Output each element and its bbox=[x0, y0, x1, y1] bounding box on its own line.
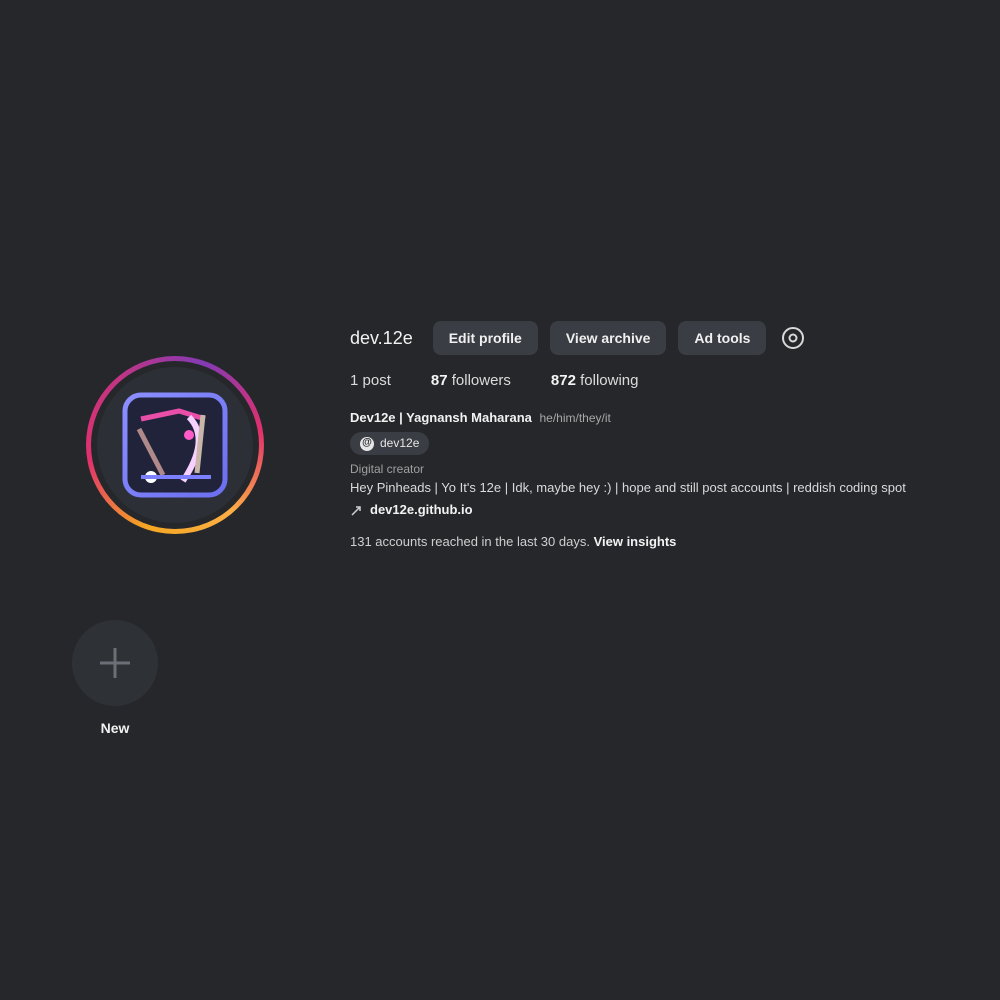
posts-count: 1 post bbox=[350, 372, 391, 389]
threads-handle: dev12e bbox=[380, 435, 420, 450]
insights-text: 131 accounts reached in the last 30 days… bbox=[350, 534, 590, 550]
edit-profile-button[interactable]: Edit profile bbox=[432, 321, 538, 355]
display-name: Dev12e | Yagnansh Maharana bbox=[350, 410, 532, 425]
new-highlight-button[interactable]: New bbox=[70, 620, 160, 736]
settings-gear-icon[interactable] bbox=[780, 325, 806, 351]
profile-bio: Dev12e | Yagnansh Maharana he/him/they/i… bbox=[350, 409, 980, 520]
profile-page: New dev.12e Edit profile View archive Ad… bbox=[0, 0, 1000, 1000]
bio-link-row: dev12e.github.io bbox=[350, 501, 980, 520]
profile-logo-icon bbox=[122, 392, 228, 498]
plus-icon bbox=[100, 648, 130, 678]
threads-icon: @ bbox=[360, 436, 374, 451]
followers-label: followers bbox=[451, 372, 511, 389]
followers-count: 87 bbox=[430, 372, 448, 389]
ad-tools-button[interactable]: Ad tools bbox=[678, 321, 767, 355]
following-count: 872 bbox=[550, 372, 576, 389]
profile-stats: 1 post 87 followers 872 following bbox=[350, 372, 980, 389]
threads-badge[interactable]: @ dev12e bbox=[350, 431, 430, 456]
followers-link[interactable]: 87 followers bbox=[431, 372, 511, 389]
profile-category: Digital creator bbox=[350, 462, 425, 477]
bio-text: Hey Pinheads | Yo It's 12e | Idk, maybe … bbox=[350, 479, 906, 495]
following-link[interactable]: 872 following bbox=[551, 372, 639, 389]
link-icon bbox=[351, 506, 361, 516]
view-insights-link[interactable]: View insights bbox=[594, 534, 677, 549]
new-highlight-label: New bbox=[100, 720, 130, 736]
bio-link[interactable]: dev12e.github.io bbox=[370, 501, 473, 520]
view-archive-button[interactable]: View archive bbox=[549, 321, 667, 355]
pronouns: he/him/they/it bbox=[539, 411, 611, 425]
profile-header: dev.12e Edit profile View archive Ad too… bbox=[350, 320, 980, 549]
profile-avatar[interactable] bbox=[86, 356, 264, 534]
username: dev.12e bbox=[350, 327, 413, 348]
insights-row: 131 accounts reached in the last 30 days… bbox=[350, 534, 980, 549]
following-label: following bbox=[580, 372, 639, 389]
